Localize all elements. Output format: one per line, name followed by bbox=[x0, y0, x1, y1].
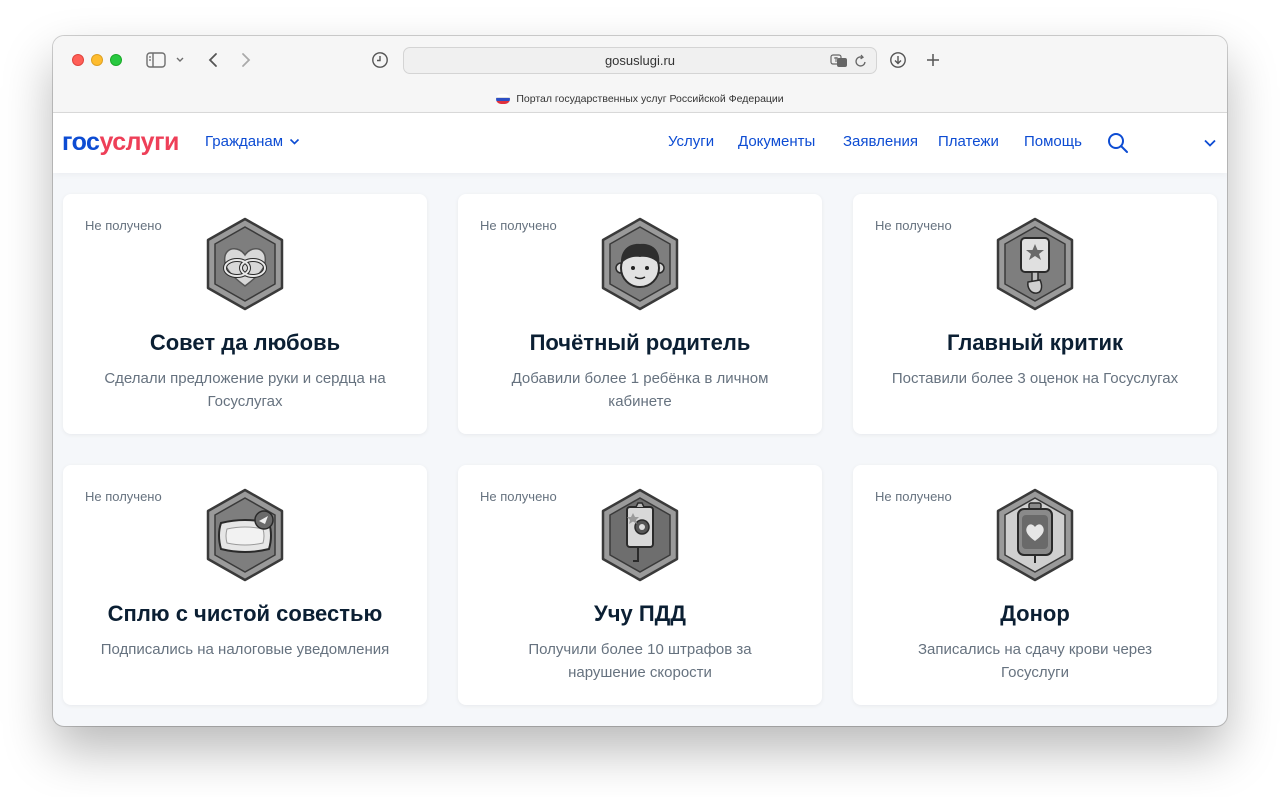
achievement-title: Донор bbox=[1000, 601, 1070, 626]
rings-icon bbox=[206, 217, 284, 311]
audience-label: Гражданам bbox=[205, 133, 284, 150]
url-text: gosuslugi.ru bbox=[604, 53, 676, 68]
reload-icon[interactable] bbox=[854, 53, 868, 69]
site-header: госуслуги Гражданам Услуги Документы Зая… bbox=[53, 113, 1227, 173]
status-label: Не получено bbox=[875, 218, 952, 233]
achievement-description: Записались на сдачу крови через Госуслуг… bbox=[917, 641, 1153, 681]
status-label: Не получено bbox=[480, 218, 557, 233]
achievement-description: Получили более 10 штрафов за нарушение с… bbox=[528, 641, 752, 681]
translate-icon[interactable] bbox=[830, 53, 848, 69]
pillow-icon bbox=[206, 488, 284, 582]
download-icon[interactable] bbox=[888, 50, 908, 70]
maximize-window-button[interactable] bbox=[110, 54, 122, 66]
achievement-card[interactable]: Не получено Почётный родитель Добавили б… bbox=[458, 194, 822, 434]
achievement-card[interactable]: Не получено Главный критик Поставили бол… bbox=[853, 194, 1217, 434]
achievement-card[interactable]: Не получено Учу ПДД Получили более 10 шт… bbox=[458, 465, 822, 705]
profile-chevron-down-icon[interactable] bbox=[1203, 135, 1219, 151]
browser-window: gosuslugi.ru Портал государственных услу… bbox=[53, 36, 1227, 726]
achievement-description: Поставили более 3 оценок на Госуслугах bbox=[891, 370, 1179, 387]
active-tab[interactable]: Портал государственных услуг Российской … bbox=[53, 90, 1227, 108]
achievement-card[interactable]: Не получено Сплю с чистой совестью Подпи… bbox=[63, 465, 427, 705]
blood-bag-icon bbox=[996, 488, 1074, 582]
logo-part-gos: гос bbox=[62, 128, 100, 156]
forward-icon[interactable] bbox=[236, 50, 256, 70]
history-clock-icon[interactable] bbox=[370, 50, 390, 70]
tab-title: Портал государственных услуг Российской … bbox=[516, 93, 784, 105]
achievement-title: Главный критик bbox=[946, 330, 1124, 355]
achievement-title: Совет да любовь bbox=[149, 330, 341, 355]
nav-services[interactable]: Услуги bbox=[668, 133, 714, 150]
achievement-title: Сплю с чистой совестью bbox=[107, 601, 383, 626]
achievement-card[interactable]: Не получено Донор Записались на сдачу кр… bbox=[853, 465, 1217, 705]
nav-documents[interactable]: Документы bbox=[738, 133, 815, 150]
audience-dropdown[interactable]: Гражданам bbox=[205, 133, 300, 150]
search-icon[interactable] bbox=[1106, 131, 1130, 155]
child-icon bbox=[601, 217, 679, 311]
new-tab-icon[interactable] bbox=[923, 50, 943, 70]
address-bar[interactable]: gosuslugi.ru bbox=[403, 47, 877, 74]
russian-flag-icon bbox=[496, 94, 511, 104]
browser-toolbar: gosuslugi.ru Портал государственных услу… bbox=[53, 36, 1227, 113]
close-window-button[interactable] bbox=[72, 54, 84, 66]
status-label: Не получено bbox=[480, 489, 557, 504]
minimize-window-button[interactable] bbox=[91, 54, 103, 66]
achievement-title: Учу ПДД bbox=[594, 601, 686, 626]
nav-help[interactable]: Помощь bbox=[1024, 133, 1082, 150]
status-label: Не получено bbox=[85, 218, 162, 233]
achievement-title: Почётный родитель bbox=[529, 330, 751, 355]
status-label: Не получено bbox=[875, 489, 952, 504]
status-label: Не получено bbox=[85, 489, 162, 504]
nav-applications[interactable]: Заявления bbox=[843, 133, 918, 150]
gosuslugi-logo[interactable]: госуслуги bbox=[62, 128, 179, 157]
chevron-down-icon[interactable] bbox=[173, 52, 187, 68]
sidebar-toggle-icon[interactable] bbox=[145, 50, 167, 70]
rating-sign-icon bbox=[996, 217, 1074, 311]
nav-payments[interactable]: Платежи bbox=[938, 133, 999, 150]
back-icon[interactable] bbox=[203, 50, 223, 70]
achievement-description: Добавили более 1 ребёнка в личном кабине… bbox=[511, 370, 769, 410]
speed-camera-icon bbox=[601, 488, 679, 582]
chevron-down-icon bbox=[289, 138, 300, 145]
achievement-card[interactable]: Не получено Совет да любовь Сделали пред… bbox=[63, 194, 427, 434]
logo-part-uslugi: услуги bbox=[99, 128, 179, 156]
achievement-description: Подписались на налоговые уведомления bbox=[100, 641, 390, 658]
achievement-description: Сделали предложение руки и сердца на Гос… bbox=[104, 370, 386, 410]
